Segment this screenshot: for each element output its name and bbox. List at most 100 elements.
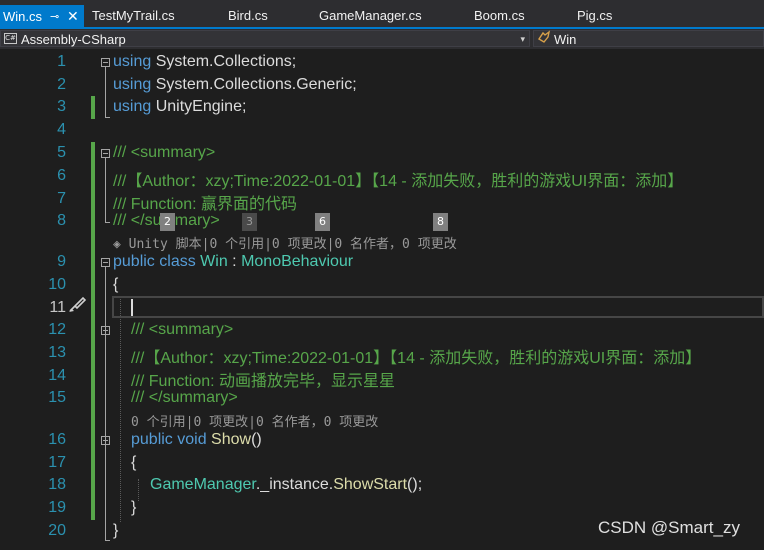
code-line-20: }	[113, 522, 118, 540]
collapse-toggle[interactable]	[101, 149, 110, 158]
outline-line	[105, 222, 110, 223]
overlay-badge: 3	[242, 213, 257, 231]
code-line-16: public void Show()	[131, 431, 262, 449]
code-line-1: using System.Collections;	[113, 53, 296, 71]
line-number: 2	[57, 76, 66, 93]
code-line-7: /// Function: 赢界面的代码	[113, 190, 297, 214]
collapse-toggle[interactable]	[101, 436, 110, 445]
tab-testmytrail-cs[interactable]: TestMyTrail.cs	[92, 5, 175, 27]
code-text: System.Collections.Generic;	[151, 76, 357, 93]
line-number: 15	[48, 389, 66, 406]
keyword: using	[113, 53, 152, 70]
code-line-19: }	[131, 499, 136, 517]
xml-tag: </summary>	[130, 212, 220, 229]
overlay-badge: 2	[160, 213, 175, 231]
tab-label: Boom.cs	[474, 8, 525, 23]
code-text: :	[227, 253, 242, 270]
line-number: 7	[57, 190, 66, 207]
line-number: 14	[48, 367, 66, 384]
code-text: ()	[251, 431, 262, 448]
line-number: 9	[57, 253, 66, 270]
outline-line	[105, 117, 110, 118]
brace: {	[131, 454, 137, 471]
chevron-down-icon[interactable]: ▾	[520, 31, 525, 48]
collapse-toggle[interactable]	[101, 258, 110, 267]
quick-actions-brush-icon[interactable]	[67, 295, 87, 317]
xml-tag: <summary>	[148, 321, 234, 338]
tab-boom-cs[interactable]: Boom.cs	[474, 5, 525, 27]
tab-label: Pig.cs	[577, 8, 613, 23]
line-number: 19	[48, 499, 66, 516]
collapse-toggle[interactable]	[101, 58, 110, 67]
code-editor[interactable]: 1 2 3 4 5 6 7 8 9 10 11 12 13 14 15 16 1…	[0, 49, 764, 550]
code-line-10: {	[113, 276, 118, 294]
code-line-5: /// <summary>	[113, 144, 215, 162]
line-number: 10	[48, 276, 66, 293]
base-type: MonoBehaviour	[241, 253, 354, 270]
current-line-highlight	[112, 296, 764, 318]
outline-line	[105, 267, 106, 540]
code-line-15: /// </summary>	[131, 389, 238, 407]
navigation-bar: C# Assembly-CSharp ▾ Win	[0, 29, 764, 49]
line-number: 16	[48, 431, 66, 448]
codelens-info[interactable]: ◈ Unity 脚本|0 个引用|0 项更改|0 名作者，0 项更改	[113, 233, 457, 252]
keyword: public	[113, 253, 155, 270]
code-text: UnityEngine;	[151, 98, 247, 115]
tab-label: TestMyTrail.cs	[92, 8, 175, 23]
line-number: 5	[57, 144, 66, 161]
close-icon[interactable]: ✕	[67, 5, 79, 27]
indent-guide	[120, 296, 122, 522]
code-line-13: ///【Author：xzy;Time:2022-01-01】【14 - 添加失…	[131, 344, 701, 368]
keyword: void	[172, 431, 207, 448]
document-tab-bar: Win.cs ⊸ ✕ TestMyTrail.cs Bird.cs GameMa…	[0, 0, 764, 29]
outline-line	[105, 540, 110, 541]
line-number: 13	[48, 344, 66, 361]
line-number: 1	[57, 53, 66, 70]
unity-icon: ◈	[113, 237, 121, 252]
class-name: Win	[195, 253, 228, 270]
tab-label: Bird.cs	[228, 8, 268, 23]
line-number: 18	[48, 476, 66, 493]
tab-pig-cs[interactable]: Pig.cs	[577, 5, 612, 27]
code-text: ._instance.	[255, 476, 334, 493]
keyword: using	[113, 76, 152, 93]
keyword: using	[113, 98, 152, 115]
project-label: Assembly-CSharp	[21, 32, 126, 47]
comment: ///	[131, 389, 149, 406]
indent-guide	[138, 479, 140, 501]
comment: ///	[131, 321, 149, 338]
line-number: 6	[57, 167, 66, 184]
code-line-2: using System.Collections.Generic;	[113, 76, 357, 94]
method-name: Show	[206, 431, 252, 448]
change-indicator	[91, 96, 95, 119]
code-line-6: ///【Author：xzy;Time:2022-01-01】【14 - 添加失…	[113, 167, 683, 191]
code-line-3: using UnityEngine;	[113, 98, 246, 116]
csharp-project-icon: C#	[4, 33, 17, 44]
code-line-17: {	[131, 454, 136, 472]
code-line-18: GameManager._instance.ShowStart();	[150, 476, 422, 494]
line-number-current: 11	[49, 299, 66, 316]
codelens-info[interactable]: 0 个引用|0 项更改|0 名作者，0 项更改	[131, 411, 378, 430]
comment: ///【Author：xzy;Time:2022-01-01】【14 - 添加失…	[131, 350, 702, 367]
line-number: 17	[48, 454, 66, 471]
comment: ///	[113, 144, 131, 161]
comment: ///【Author：xzy;Time:2022-01-01】【14 - 添加失…	[113, 173, 684, 190]
project-dropdown[interactable]: C# Assembly-CSharp ▾	[0, 30, 530, 47]
pin-icon[interactable]: ⊸	[50, 6, 59, 28]
unity-class-icon	[537, 30, 551, 48]
xml-tag: <summary>	[130, 144, 216, 161]
brace: }	[113, 522, 119, 539]
tab-win-cs[interactable]: Win.cs ⊸ ✕	[0, 5, 84, 29]
comment: /// Function: 动画播放完毕，显示星星	[131, 373, 396, 390]
codelens-text[interactable]: Unity 脚本|0 个引用|0 项更改|0 名作者，0 项更改	[129, 237, 457, 252]
overlay-badge: 8	[433, 213, 448, 231]
member-dropdown[interactable]: Win	[533, 30, 764, 47]
tab-bird-cs[interactable]: Bird.cs	[228, 5, 268, 27]
collapse-toggle[interactable]	[101, 326, 110, 335]
line-number: 8	[57, 212, 66, 229]
codelens-text[interactable]: 0 个引用|0 项更改|0 名作者，0 项更改	[131, 415, 378, 430]
code-line-12: /// <summary>	[131, 321, 233, 339]
line-number: 20	[48, 522, 66, 539]
tab-gamemanager-cs[interactable]: GameManager.cs	[319, 5, 422, 27]
method-name: ShowStart	[333, 476, 408, 493]
